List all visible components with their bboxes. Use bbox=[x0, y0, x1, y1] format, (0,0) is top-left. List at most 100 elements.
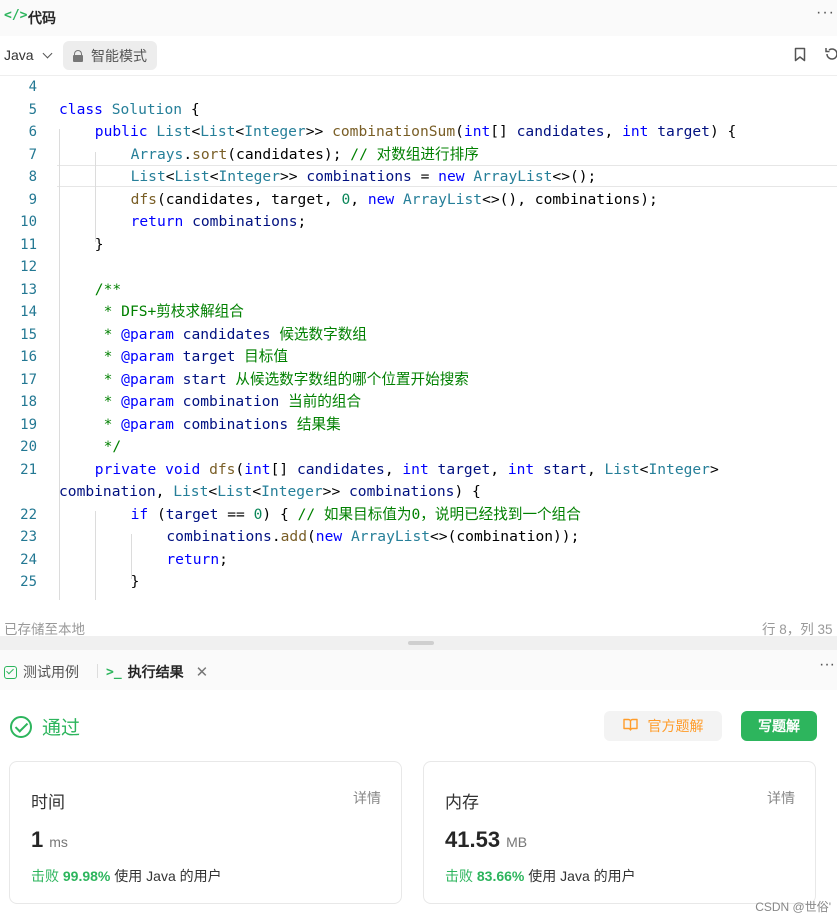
memory-beat-percent: 83.66% bbox=[476, 868, 525, 884]
code-token: combinations bbox=[349, 483, 455, 500]
bookmark-icon[interactable] bbox=[794, 47, 806, 62]
code-token: List bbox=[130, 168, 166, 185]
code-token: ) { bbox=[454, 483, 481, 500]
line-number: 24 bbox=[20, 551, 37, 568]
panel-resize-handle[interactable] bbox=[408, 641, 434, 645]
memory-detail-link[interactable]: 详情 bbox=[767, 788, 795, 808]
code-token: @param bbox=[121, 348, 174, 365]
code-line[interactable]: 8 List<List<Integer>> combinations = new … bbox=[0, 166, 837, 189]
memory-beat-suffix: 使用 Java 的用户 bbox=[528, 868, 636, 884]
code-token: ( bbox=[306, 528, 316, 545]
code-token: >> bbox=[280, 168, 307, 185]
line-number: 16 bbox=[20, 349, 37, 365]
code-line[interactable]: 25} bbox=[0, 571, 837, 594]
code-line[interactable]: combination, List<List<Integer>> combina… bbox=[0, 481, 837, 504]
memory-value: 41.53 bbox=[445, 827, 501, 852]
code-line[interactable]: 15 * @param candidates 候选数字数组 bbox=[0, 324, 837, 347]
code-text: * @param combinations 结果集 bbox=[95, 414, 341, 437]
code-line[interactable]: 23 combinations.add(new ArrayList<>(combi… bbox=[0, 526, 837, 549]
code-text: combination, List<List<Integer>> combina… bbox=[59, 481, 481, 504]
code-line[interactable]: 22 if (target == 0) { // 如果目标值为0，说明已经找到一个… bbox=[0, 504, 837, 527]
write-solution-button[interactable]: 写题解 bbox=[741, 711, 817, 741]
code-token: Integer bbox=[218, 168, 281, 185]
code-token: int bbox=[622, 123, 649, 140]
code-line[interactable]: 13 /** bbox=[0, 279, 837, 302]
official-solution-button[interactable]: 官方题解 bbox=[604, 711, 722, 741]
code-line[interactable]: 5 class Solution { bbox=[0, 99, 837, 122]
memory-value-row: 41.53 MB bbox=[445, 827, 527, 853]
code-token: target bbox=[165, 505, 219, 523]
memory-card: 内存 详情 41.53 MB 击败 83.66% 使用 Java 的用户 bbox=[423, 761, 816, 904]
smart-mode-label: 智能模式 bbox=[91, 47, 147, 64]
code-token: ) { bbox=[262, 505, 298, 523]
code-token: * DFS+剪枝求解组合 bbox=[94, 303, 244, 320]
code-text: return; bbox=[166, 549, 228, 572]
code-token: 目标值 bbox=[235, 348, 288, 365]
runtime-card: 时间 详情 1 ms 击败 99.98% 使用 Java 的用户 bbox=[9, 761, 402, 904]
code-line[interactable]: 19 * @param combinations 结果集 bbox=[0, 414, 837, 437]
line-number: 12 bbox=[20, 259, 37, 275]
more-options-icon[interactable]: ··· bbox=[819, 656, 835, 674]
code-text: Arrays.sort(candidates); // 对数组进行排序 bbox=[131, 144, 479, 167]
code-token: 从候选数字数组的哪个位置开始搜索 bbox=[226, 370, 469, 388]
line-number: 23 bbox=[20, 529, 37, 545]
code-token: private bbox=[94, 460, 157, 478]
code-token: target bbox=[437, 460, 491, 478]
reset-icon[interactable] bbox=[824, 46, 837, 62]
code-line[interactable]: 21 private void dfs(int[] candidates, int… bbox=[0, 459, 837, 482]
language-select[interactable]: Java bbox=[4, 47, 53, 63]
code-token: start bbox=[182, 370, 227, 388]
code-line[interactable]: 12 bbox=[0, 256, 837, 279]
code-line[interactable]: 7 Arrays.sort(candidates); // 对数组进行排序 bbox=[0, 144, 837, 167]
code-line[interactable]: 24 return; bbox=[0, 549, 837, 572]
code-token: , bbox=[350, 190, 368, 208]
code-token: int bbox=[244, 460, 271, 478]
code-token: < bbox=[165, 168, 175, 185]
code-line[interactable]: 4 bbox=[0, 76, 837, 99]
runtime-beat-suffix: 使用 Java 的用户 bbox=[114, 868, 222, 884]
chevron-down-icon bbox=[42, 48, 53, 58]
code-line[interactable]: 16 * @param target 目标值 bbox=[0, 346, 837, 369]
runtime-detail-link[interactable]: 详情 bbox=[353, 788, 381, 808]
result-status-text: 通过 bbox=[42, 718, 81, 739]
code-line[interactable]: 10 return combinations; bbox=[0, 211, 837, 234]
code-token: List bbox=[217, 483, 253, 500]
code-line[interactable]: 18 * @param combination 当前的组合 bbox=[0, 391, 837, 414]
close-icon[interactable]: ✕ bbox=[196, 663, 209, 681]
code-line[interactable]: 6 public List<List<Integer>> combinationS… bbox=[0, 121, 837, 144]
code-token: candidates bbox=[516, 123, 605, 140]
line-number: 18 bbox=[20, 394, 37, 410]
code-text: List<List<Integer>> combinations = new A… bbox=[131, 166, 597, 189]
code-token: , bbox=[384, 460, 403, 478]
code-line[interactable]: 14 * DFS+剪枝求解组合 bbox=[0, 301, 837, 324]
code-token: >> bbox=[322, 483, 350, 500]
code-line[interactable]: 20 */ bbox=[0, 436, 837, 459]
more-options-icon[interactable]: ··· bbox=[816, 4, 835, 22]
code-token: ArrayList bbox=[350, 528, 431, 545]
runtime-beat-prefix: 击败 bbox=[31, 868, 59, 884]
code-token: { bbox=[182, 100, 200, 118]
code-line[interactable]: 17 * @param start 从候选数字数组的哪个位置开始搜索 bbox=[0, 369, 837, 392]
code-token: candidates bbox=[296, 460, 385, 478]
result-panel-header: 测试用例 >_ 执行结果 ✕ ··· bbox=[0, 650, 837, 690]
tab-test-cases-label: 测试用例 bbox=[23, 664, 79, 680]
code-token: */ bbox=[94, 438, 122, 455]
code-line[interactable]: 9 dfs(candidates, target, 0, new ArrayLis… bbox=[0, 189, 837, 212]
tab-execution-result[interactable]: >_ 执行结果 ✕ bbox=[106, 662, 208, 682]
terminal-icon: >_ bbox=[106, 664, 122, 680]
code-line[interactable]: 11} bbox=[0, 234, 837, 257]
status-bar: 已存储至本地 行 8，列 35 bbox=[0, 612, 837, 637]
code-token: new bbox=[438, 168, 465, 185]
line-number: 6 bbox=[28, 124, 37, 140]
memory-beat-text: 击败 83.66% 使用 Java 的用户 bbox=[445, 866, 636, 886]
code-editor[interactable]: 4 5 class Solution {6 public List<List<Inte… bbox=[0, 76, 837, 600]
code-token: @param bbox=[121, 325, 174, 343]
code-token: combinationSum bbox=[332, 123, 456, 140]
code-token: == bbox=[218, 505, 254, 523]
smart-mode-button[interactable]: 智能模式 bbox=[63, 41, 157, 70]
tab-test-cases[interactable]: 测试用例 bbox=[4, 662, 79, 682]
